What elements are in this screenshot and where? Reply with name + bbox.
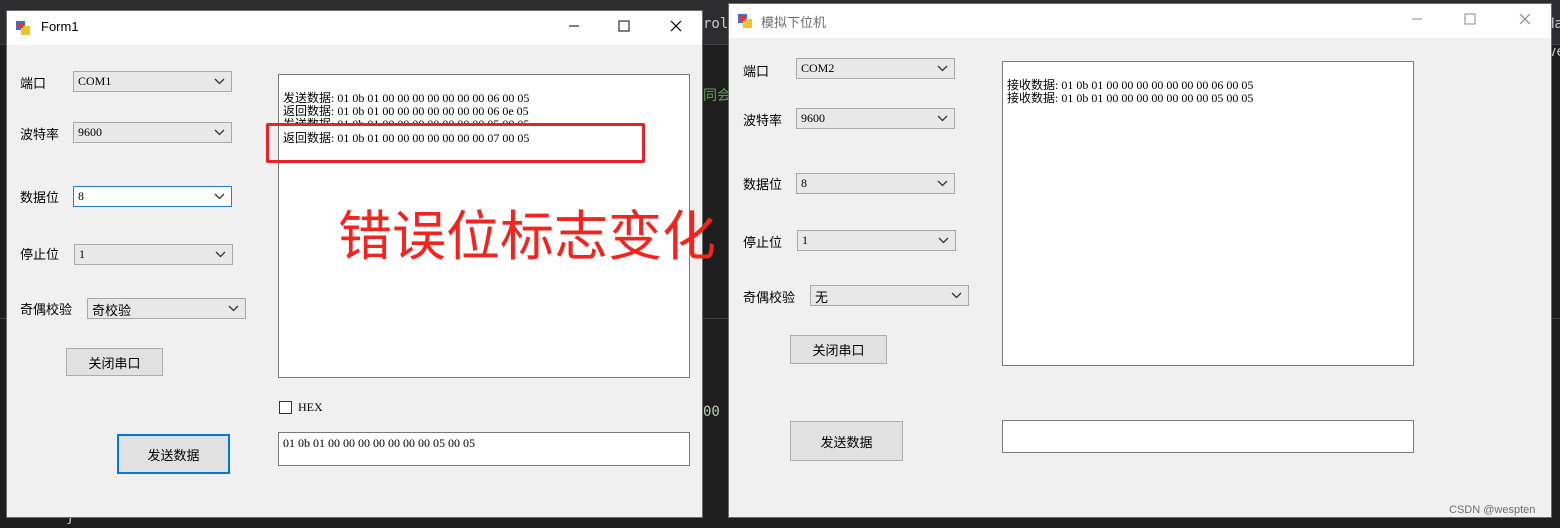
parity-value: 无 <box>815 290 829 305</box>
chevron-down-icon <box>937 65 948 72</box>
chevron-down-icon <box>937 180 948 187</box>
parity-label: 奇偶校验 <box>743 290 796 305</box>
send-button[interactable]: 发送数据 <box>790 421 903 461</box>
form1-titlebar[interactable]: Form1 <box>7 11 702 45</box>
port-combo[interactable]: COM1 <box>73 71 232 92</box>
minimize-icon <box>1412 18 1422 20</box>
stopbits-value: 1 <box>79 247 85 261</box>
chevron-down-icon <box>938 237 949 244</box>
databits-label: 数据位 <box>743 177 783 192</box>
form2-title: 模拟下位机 <box>761 15 827 30</box>
send-input[interactable] <box>1002 420 1414 453</box>
parity-label: 奇偶校验 <box>20 302 73 317</box>
close-port-button[interactable]: 关闭串口 <box>66 348 163 376</box>
minimize-button[interactable] <box>551 11 597 41</box>
app-icon <box>738 14 752 28</box>
minimize-icon <box>569 25 579 27</box>
chevron-down-icon <box>214 193 225 200</box>
form2-titlebar[interactable]: 模拟下位机 <box>729 4 1551 38</box>
databits-label: 数据位 <box>20 190 60 205</box>
ide-text-fragment: 同会 <box>703 88 731 104</box>
stopbits-combo[interactable]: 1 <box>797 230 956 251</box>
parity-combo[interactable]: 奇校验 <box>87 298 246 319</box>
port-combo[interactable]: COM2 <box>796 58 955 79</box>
chevron-down-icon <box>937 115 948 122</box>
stopbits-label: 停止位 <box>20 247 60 262</box>
form1-title: Form1 <box>41 19 79 34</box>
send-input-value: 01 0b 01 00 00 00 00 00 00 00 05 00 05 <box>283 436 475 450</box>
close-icon <box>670 20 682 32</box>
chevron-down-icon <box>951 292 962 299</box>
chevron-down-icon <box>228 305 239 312</box>
databits-combo[interactable]: 8 <box>73 186 232 207</box>
close-button[interactable] <box>653 11 699 41</box>
close-port-button[interactable]: 关闭串口 <box>790 335 887 364</box>
chevron-down-icon <box>214 129 225 136</box>
annotation-highlight-box <box>266 123 645 163</box>
databits-value: 8 <box>801 176 807 190</box>
send-button[interactable]: 发送数据 <box>117 434 230 474</box>
port-label: 端口 <box>743 64 770 79</box>
baud-value: 9600 <box>801 111 825 125</box>
maximize-button[interactable] <box>601 11 647 41</box>
parity-combo[interactable]: 无 <box>810 285 969 306</box>
chevron-down-icon <box>215 251 226 258</box>
stopbits-combo[interactable]: 1 <box>74 244 233 265</box>
minimize-button[interactable] <box>1394 4 1440 34</box>
form2-window: 模拟下位机 端口 COM2 波特率 9600 数据位 8 停止位 1 奇偶校验 … <box>728 3 1552 518</box>
port-label: 端口 <box>20 76 47 91</box>
log-line: 接收数据: 01 0b 01 00 00 00 00 00 00 00 05 0… <box>1007 91 1254 105</box>
port-value: COM2 <box>801 61 835 75</box>
maximize-button[interactable] <box>1447 4 1493 34</box>
watermark: CSDN @wespten <box>1449 504 1536 516</box>
port-value: COM1 <box>78 74 112 88</box>
log-line: 返回数据: 01 0b 01 00 00 00 00 00 00 00 06 0… <box>283 104 529 118</box>
baud-value: 9600 <box>78 125 102 139</box>
stopbits-label: 停止位 <box>743 235 783 250</box>
baud-combo[interactable]: 9600 <box>796 108 955 129</box>
hex-label: HEX <box>298 400 323 414</box>
maximize-icon <box>618 20 630 32</box>
baud-combo[interactable]: 9600 <box>73 122 232 143</box>
hex-checkbox[interactable] <box>279 401 292 414</box>
app-icon <box>16 21 30 35</box>
close-icon <box>1519 13 1531 25</box>
receive-log-textbox[interactable]: 接收数据: 01 0b 01 00 00 00 00 00 00 00 06 0… <box>1002 61 1414 366</box>
databits-combo[interactable]: 8 <box>796 173 955 194</box>
chevron-down-icon <box>214 78 225 85</box>
baud-label: 波特率 <box>20 127 60 142</box>
parity-value: 奇校验 <box>92 303 132 318</box>
stopbits-value: 1 <box>802 233 808 247</box>
close-button[interactable] <box>1502 4 1548 34</box>
maximize-icon <box>1464 13 1476 25</box>
send-input[interactable]: 01 0b 01 00 00 00 00 00 00 00 05 00 05 <box>278 432 690 466</box>
annotation-text: 错误位标志变化 <box>338 205 716 268</box>
databits-value: 8 <box>78 189 84 203</box>
baud-label: 波特率 <box>743 113 783 128</box>
